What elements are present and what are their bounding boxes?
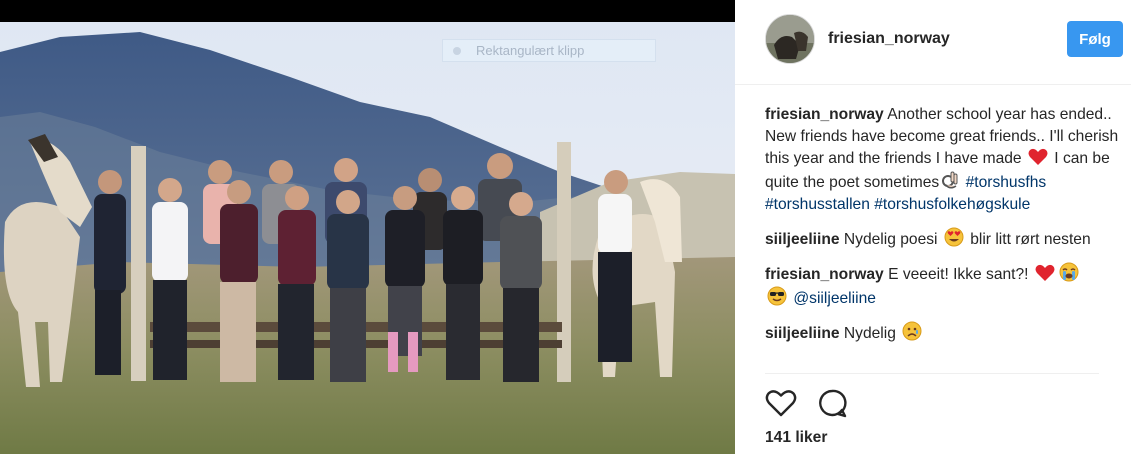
avatar[interactable] xyxy=(765,14,815,64)
comment-item: siiljeeliine Nydelig xyxy=(765,321,1121,345)
post-side-panel: friesian_norway Følg friesian_norway Ano… xyxy=(735,0,1131,454)
comment-item: friesian_norway Another school year has … xyxy=(765,104,1121,216)
sad-face-icon xyxy=(902,321,922,341)
crying-face-icon xyxy=(1059,262,1079,282)
follow-button[interactable]: Følg xyxy=(1067,21,1123,57)
snip-mode-icon xyxy=(453,46,461,55)
hashtag-link[interactable]: #torshusfhs xyxy=(966,174,1047,191)
header-username[interactable]: friesian_norway xyxy=(828,30,950,48)
comment-bubble-icon[interactable] xyxy=(817,388,847,418)
mention-link[interactable]: @siiljeeliine xyxy=(793,290,876,307)
comment-username[interactable]: friesian_norway xyxy=(765,266,884,283)
comment-text: Nydelig xyxy=(843,325,896,342)
comment-username[interactable]: friesian_norway xyxy=(765,106,884,123)
sunglasses-face-icon xyxy=(767,286,787,306)
photo-top-bar xyxy=(0,0,735,22)
comment-username[interactable]: siiljeeliine xyxy=(765,231,840,248)
red-heart-icon xyxy=(1035,264,1055,281)
post-photo[interactable]: Rektangulært klipp xyxy=(0,0,735,454)
ok-hand-icon xyxy=(942,171,958,189)
comment-text: E veeeit! Ikke sant?! xyxy=(888,266,1029,283)
snip-mode-label: Rektangulært klipp xyxy=(476,43,585,58)
comment-item: friesian_norway E veeeit! Ikke sant?! @s… xyxy=(765,262,1121,310)
hashtag-link[interactable]: #torshusstallen xyxy=(765,196,870,213)
snipping-toolbar[interactable]: Rektangulært klipp xyxy=(442,39,656,62)
comment-text: Nydelig poesi xyxy=(843,231,938,248)
comment-item: siiljeeliine Nydelig poesi blir litt rør… xyxy=(765,227,1121,251)
hashtag-link[interactable]: #torshusfolkehøgskule xyxy=(874,196,1030,213)
like-heart-icon[interactable] xyxy=(765,388,797,418)
avatar-image xyxy=(766,15,814,63)
comments-list: friesian_norway Another school year has … xyxy=(765,104,1121,356)
post-actions xyxy=(765,388,965,418)
comment-username[interactable]: siiljeeliine xyxy=(765,325,840,342)
heart-eyes-icon xyxy=(944,227,964,247)
red-heart-icon xyxy=(1028,148,1048,165)
group-photo-image xyxy=(0,22,735,454)
actions-divider xyxy=(765,373,1099,374)
comment-text: blir litt rørt nesten xyxy=(970,231,1091,248)
post-header: friesian_norway Følg xyxy=(735,0,1131,85)
likes-count[interactable]: 141 liker xyxy=(765,429,827,447)
